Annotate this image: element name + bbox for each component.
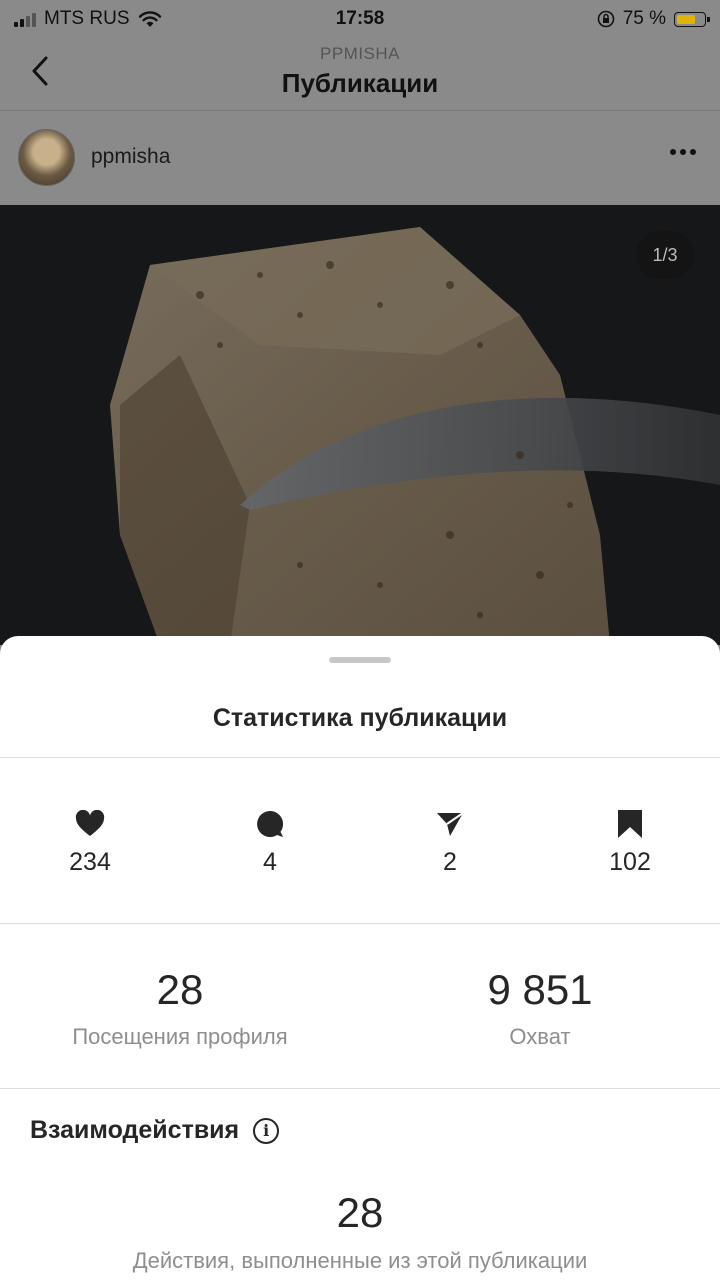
battery-percent: 75 % bbox=[622, 8, 666, 29]
nav-subtitle: PPMISHA bbox=[319, 44, 401, 63]
saves-count: 102 bbox=[609, 848, 651, 876]
reach-value: 9 851 bbox=[487, 966, 593, 1013]
stat-comments: 4 bbox=[180, 808, 360, 877]
sheet-drag-handle[interactable] bbox=[329, 657, 391, 663]
heart-icon bbox=[75, 810, 105, 836]
divider bbox=[0, 923, 720, 924]
more-dot-icon bbox=[670, 149, 676, 155]
sheet-title: Статистика публикации bbox=[212, 704, 508, 732]
more-dot-icon bbox=[680, 149, 686, 155]
photo-counter: 1/3 bbox=[636, 231, 694, 279]
stat-shares: 2 bbox=[360, 808, 540, 877]
bookmark-icon bbox=[618, 810, 642, 838]
more-dot-icon bbox=[690, 149, 696, 155]
status-right: 75 % bbox=[597, 8, 710, 30]
engagement-stats: 234 4 2 102 bbox=[0, 808, 720, 877]
comment-icon bbox=[257, 810, 284, 837]
avatar[interactable] bbox=[18, 129, 75, 186]
post-username[interactable]: ppmisha bbox=[91, 145, 170, 169]
interactions-value: 28 bbox=[336, 1189, 384, 1236]
info-icon[interactable]: i bbox=[253, 1117, 280, 1144]
profile-visits-value: 28 bbox=[156, 966, 204, 1013]
page-title: Публикации bbox=[281, 68, 439, 98]
likes-count: 234 bbox=[69, 848, 111, 876]
stat-saves: 102 bbox=[540, 808, 720, 877]
comments-count: 4 bbox=[263, 848, 277, 876]
status-bar: MTS RUS 17:58 75 % bbox=[0, 0, 720, 38]
orientation-lock-icon bbox=[597, 10, 614, 28]
reach-metrics: 28 Посещения профиля 9 851 Охват bbox=[0, 966, 720, 1050]
divider bbox=[0, 1088, 720, 1089]
nav-header: PPMISHA Публикации bbox=[0, 38, 720, 111]
divider bbox=[0, 757, 720, 758]
profile-visits-label: Посещения профиля bbox=[72, 1024, 288, 1049]
interactions-section-title: Взаимодействия i bbox=[30, 1116, 280, 1145]
share-icon bbox=[437, 812, 464, 836]
insights-sheet: Статистика публикации 234 4 2 102 28 Пос… bbox=[0, 636, 720, 1280]
interactions-title: Взаимодействия bbox=[30, 1116, 240, 1144]
battery-icon bbox=[674, 11, 710, 27]
stat-likes: 234 bbox=[0, 808, 180, 877]
profile-visits: 28 Посещения профиля bbox=[0, 966, 360, 1050]
cake-photo bbox=[0, 205, 720, 645]
post-header: ppmisha bbox=[0, 111, 720, 205]
battery-level bbox=[677, 14, 695, 24]
reach-label: Охват bbox=[509, 1024, 571, 1049]
post-photo[interactable]: 1/3 bbox=[0, 205, 720, 645]
more-options-button[interactable] bbox=[670, 149, 696, 155]
reach: 9 851 Охват bbox=[360, 966, 720, 1050]
interactions-label: Действия, выполненные из этой публикации bbox=[132, 1248, 588, 1273]
shares-count: 2 bbox=[443, 848, 457, 876]
